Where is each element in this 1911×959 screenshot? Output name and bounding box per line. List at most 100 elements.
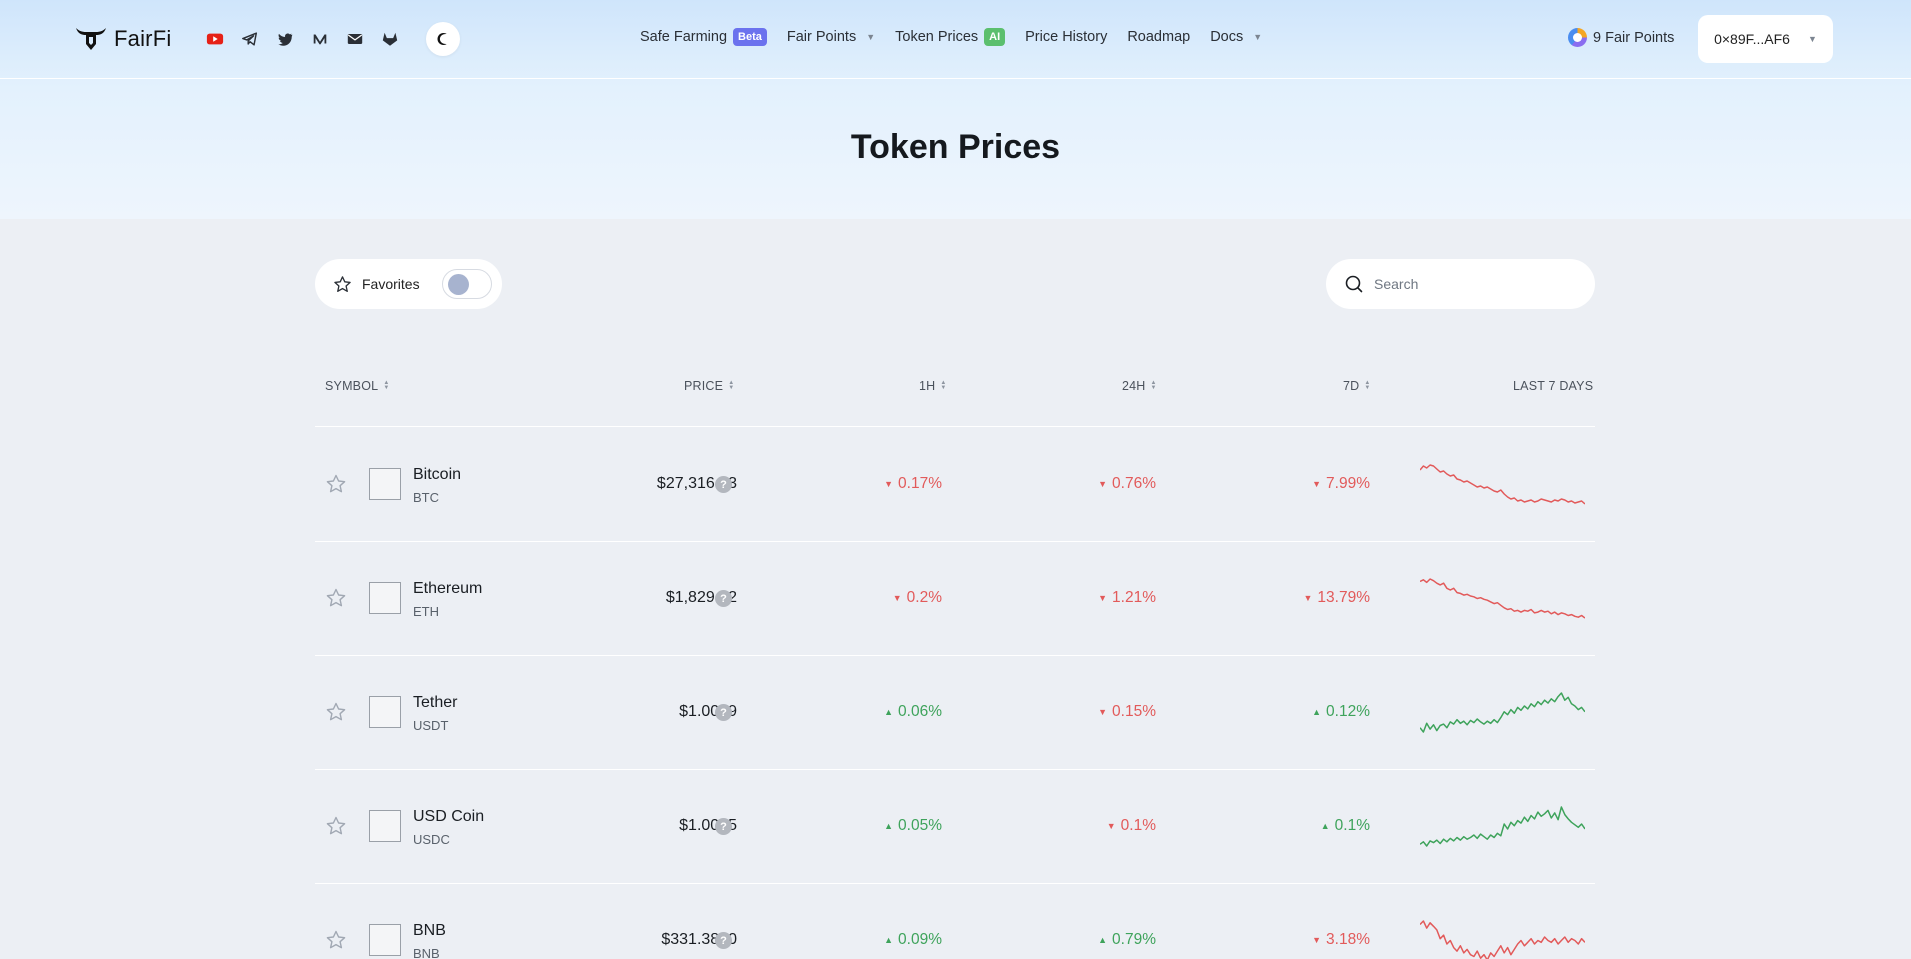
trend-arrow-icon: ▲ <box>1098 935 1108 945</box>
change-7d-value: 0.1% <box>1334 817 1370 834</box>
nav-price-history[interactable]: Price History <box>1025 29 1107 45</box>
header-7d[interactable]: 7D ▲ ▼ <box>1343 379 1371 393</box>
trend-arrow-icon: ▼ <box>1303 593 1313 603</box>
table-row[interactable]: Ethereum ETH $1,829.52 ? ▼ 0.2% ▼ 1.21% ▼ 1… <box>315 542 1595 656</box>
change-24h-value: 1.21% <box>1112 589 1156 606</box>
moon-icon <box>437 33 447 45</box>
change-7d-value: 0.12% <box>1326 703 1370 720</box>
change-1h-value: 0.09% <box>898 931 942 948</box>
help-icon[interactable]: ? <box>715 932 732 949</box>
favorite-star-icon[interactable] <box>325 701 347 723</box>
change-24h: ▼ 1.21% <box>1098 589 1156 607</box>
change-24h: ▲ 0.79% <box>1098 931 1156 949</box>
change-24h: ▼ 0.76% <box>1098 475 1156 493</box>
coin-logo <box>369 696 401 728</box>
nav-docs[interactable]: Docs ▼ <box>1210 29 1262 45</box>
change-24h: ▼ 0.1% <box>1107 817 1156 835</box>
sort-icon: ▲ ▼ <box>728 380 735 391</box>
bull-logo-icon <box>76 28 106 50</box>
brand-logo[interactable]: FairFi <box>74 24 171 54</box>
trend-arrow-icon: ▲ <box>884 707 894 717</box>
change-1h-value: 0.17% <box>898 475 942 492</box>
dark-mode-toggle[interactable] <box>426 22 460 56</box>
youtube-icon[interactable] <box>204 28 225 49</box>
header-24h[interactable]: 24H ▲ ▼ <box>1122 379 1157 393</box>
change-1h-value: 0.2% <box>906 589 942 606</box>
change-7d: ▲ 0.1% <box>1321 817 1370 835</box>
sparkline-line <box>1420 464 1585 505</box>
header-7d-label: 7D <box>1343 379 1360 393</box>
change-7d: ▼ 3.18% <box>1312 931 1370 949</box>
table-row[interactable]: BNB BNB $331.3800 ? ▲ 0.09% ▲ 0.79% ▼ 3.18% <box>315 884 1595 959</box>
help-icon[interactable]: ? <box>715 590 732 607</box>
favorite-star-icon[interactable] <box>325 473 347 495</box>
change-7d: ▲ 0.12% <box>1312 703 1370 721</box>
trend-arrow-icon: ▼ <box>1098 707 1108 717</box>
nav-fair-points-label: Fair Points <box>786 29 857 45</box>
change-24h: ▼ 0.15% <box>1098 703 1156 721</box>
coin-logo <box>369 810 401 842</box>
coin-name: USD Coin <box>413 808 485 825</box>
mail-icon[interactable] <box>344 28 365 49</box>
header-1h-label: 1H <box>919 379 936 393</box>
sparkline-chart <box>1420 920 1585 959</box>
coin-name: Ethereum <box>413 580 483 597</box>
trend-arrow-icon: ▼ <box>1098 479 1108 489</box>
nav-token-prices[interactable]: Token Prices AI <box>895 28 1006 46</box>
nav-fair-points[interactable]: Fair Points ▼ <box>787 29 875 45</box>
gitlab-icon[interactable] <box>379 28 400 49</box>
trend-arrow-icon: ▼ <box>892 593 902 603</box>
chevron-down-icon: ▼ <box>1253 32 1263 42</box>
toggle-knob <box>448 274 469 295</box>
header-24h-label: 24H <box>1122 379 1146 393</box>
trend-arrow-icon: ▼ <box>1098 593 1108 603</box>
coin-symbol: USDT <box>413 718 449 733</box>
header-symbol-label: SYMBOL <box>325 379 379 393</box>
favorites-label: Favorites <box>362 276 420 292</box>
trend-arrow-icon: ▲ <box>884 935 894 945</box>
fair-points-counter[interactable]: 9 Fair Points <box>1568 28 1674 47</box>
coin-logo <box>369 924 401 956</box>
favorite-star-icon[interactable] <box>325 587 347 609</box>
change-24h-value: 0.76% <box>1112 475 1156 492</box>
chevron-down-icon: ▼ <box>1807 34 1817 44</box>
sparkline-line <box>1420 920 1585 959</box>
change-7d-value: 13.79% <box>1317 589 1370 606</box>
coin-symbol: BNB <box>413 946 440 959</box>
header-price[interactable]: PRICE ▲ ▼ <box>684 379 734 393</box>
twitter-icon[interactable] <box>274 28 295 49</box>
page-title: Token Prices <box>850 128 1061 166</box>
coin-name: BNB <box>413 922 446 939</box>
search-box <box>1326 259 1595 309</box>
nav-roadmap[interactable]: Roadmap <box>1127 29 1190 45</box>
sparkline-line <box>1420 578 1585 619</box>
sparkline-chart <box>1420 692 1585 733</box>
wallet-button[interactable]: 0×89F...AF6 ▼ <box>1698 15 1833 63</box>
help-icon[interactable]: ? <box>715 476 732 493</box>
help-icon[interactable]: ? <box>715 818 732 835</box>
star-icon <box>334 275 351 292</box>
change-1h: ▲ 0.09% <box>884 931 942 949</box>
favorite-star-icon[interactable] <box>325 929 347 951</box>
change-1h: ▲ 0.05% <box>884 817 942 835</box>
header-1h[interactable]: 1H ▲ ▼ <box>919 379 947 393</box>
search-input[interactable] <box>1374 276 1574 292</box>
table-row[interactable]: Tether USDT $1.0019 ? ▲ 0.06% ▼ 0.15% ▲ 0.1… <box>315 656 1595 770</box>
help-icon[interactable]: ? <box>715 704 732 721</box>
favorites-toggle[interactable] <box>442 269 492 299</box>
medium-icon[interactable] <box>309 28 330 49</box>
coin-symbol: USDC <box>413 832 450 847</box>
telegram-icon[interactable] <box>239 28 260 49</box>
header-last-7-days: LAST 7 DAYS <box>1513 379 1593 393</box>
trend-arrow-icon: ▼ <box>1106 821 1116 831</box>
favorite-star-icon[interactable] <box>325 815 347 837</box>
nav-docs-label: Docs <box>1210 29 1244 45</box>
header-symbol[interactable]: SYMBOL ▲ ▼ <box>325 379 389 393</box>
beta-badge: Beta <box>733 28 767 46</box>
nav-safe-farming[interactable]: Safe Farming Beta <box>640 28 767 46</box>
change-1h: ▲ 0.06% <box>884 703 942 721</box>
table-header: SYMBOL ▲ ▼ PRICE ▲ ▼ 1H ▲ ▼ 24H ▲ ▼ 7D ▲ ▼ LA… <box>315 372 1595 427</box>
coin-symbol: BTC <box>413 490 439 505</box>
table-row[interactable]: Bitcoin BTC $27,316.43 ? ▼ 0.17% ▼ 0.76% ▼… <box>315 428 1595 542</box>
table-row[interactable]: USD Coin USDC $1.0005 ? ▲ 0.05% ▼ 0.1% ▲ 0.… <box>315 770 1595 884</box>
